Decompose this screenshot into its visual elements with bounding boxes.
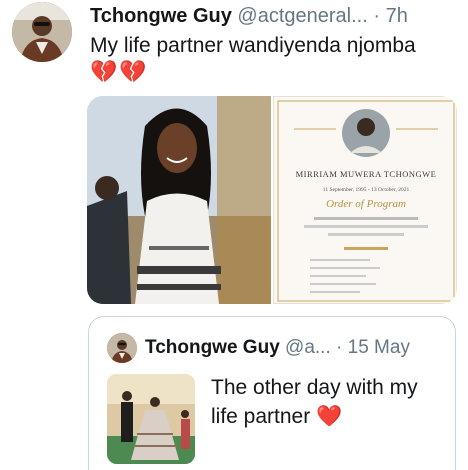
display-name[interactable]: Tchongwe Guy (145, 337, 280, 358)
quoted-tweet[interactable]: Tchongwe Guy @a... · 15 May The other da… (88, 316, 456, 470)
photo-program-card[interactable]: MIRRIAM MUWERA TCHONGWE 11 September, 19… (273, 96, 457, 304)
program-dates: 11 September, 1995 - 13 October, 2021 (323, 187, 410, 193)
broken-heart-icon: 💔 (90, 60, 118, 85)
emoji-row: 💔 💔 (90, 60, 147, 86)
broken-heart-icon: 💔 (119, 60, 147, 85)
media-grid: MIRRIAM MUWERA TCHONGWE 11 September, 19… (87, 96, 457, 304)
program-name: MIRRIAM MUWERA TCHONGWE (296, 169, 437, 179)
photo-woman-portrait[interactable] (87, 96, 271, 304)
separator-dot: · (336, 337, 343, 358)
quoted-text-content: The other day with my life partner (211, 376, 418, 428)
display-name[interactable]: Tchongwe Guy (90, 5, 232, 27)
quoted-tweet-text: The other day with my life partner ❤️ (211, 373, 441, 431)
avatar[interactable] (12, 2, 72, 62)
user-handle[interactable]: @actgeneral... (237, 5, 367, 27)
quoted-photo-couple[interactable] (107, 374, 195, 464)
red-heart-icon: ❤️ (316, 404, 343, 428)
tweet-timestamp[interactable]: 15 May (348, 337, 410, 358)
avatar[interactable] (107, 333, 137, 363)
quoted-tweet-header: Tchongwe Guy @a... · 15 May (145, 336, 445, 360)
program-heading: Order of Program (326, 198, 406, 210)
tweet-header: Tchongwe Guy @actgeneral... · 7h (90, 4, 460, 28)
separator-dot: · (373, 5, 381, 27)
user-handle[interactable]: @a... (285, 337, 331, 358)
tweet-timestamp[interactable]: 7h (386, 5, 408, 27)
tweet-text: My life partner wandiyenda njomba (90, 34, 416, 57)
